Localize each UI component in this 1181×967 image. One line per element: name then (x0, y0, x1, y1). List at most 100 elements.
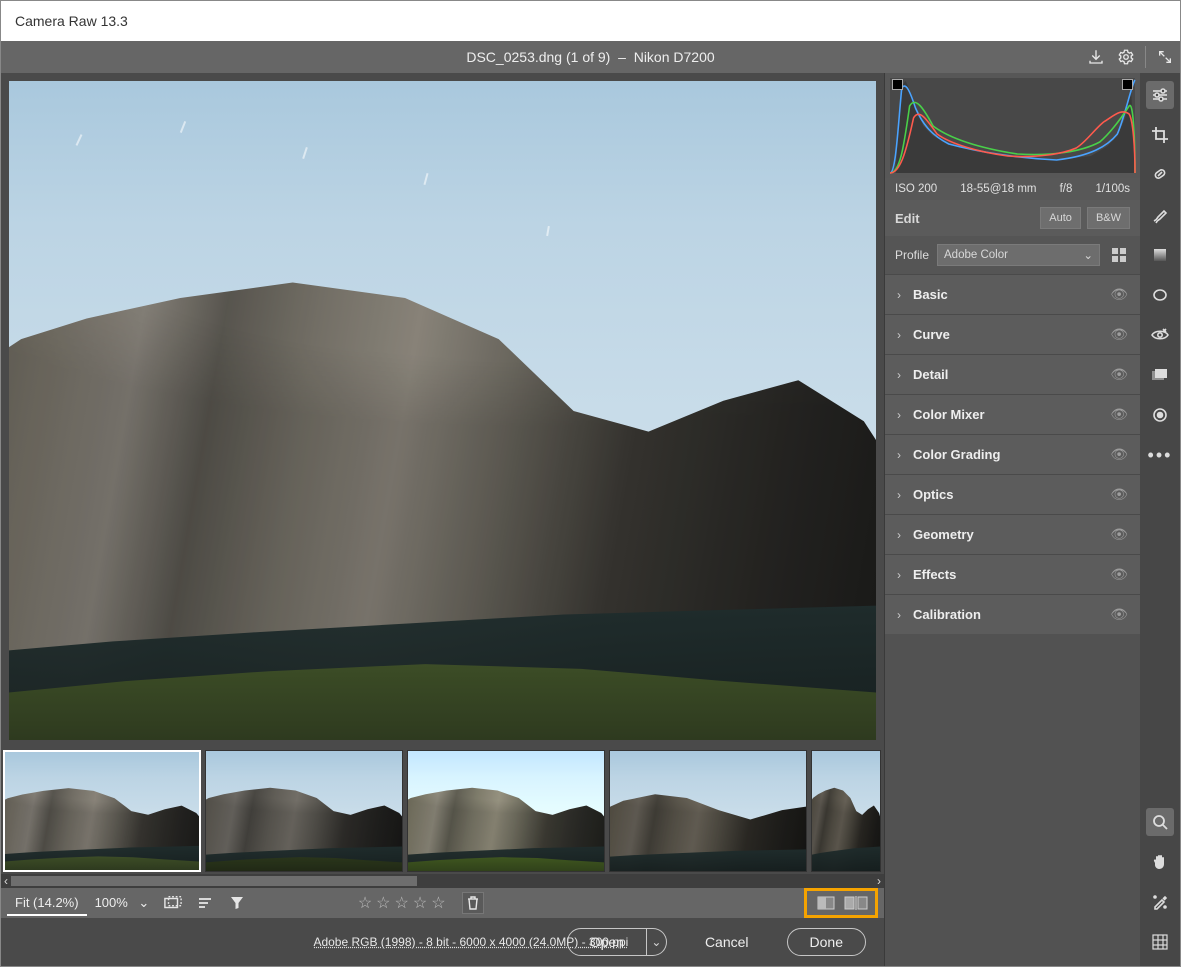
image-preview-area[interactable] (1, 73, 884, 748)
eye-icon[interactable]: 👁 (1110, 606, 1128, 623)
window-titlebar: Camera Raw 13.3 (1, 1, 1180, 41)
snapshots-icon[interactable] (1146, 361, 1174, 389)
app-title: Camera Raw 13.3 (15, 13, 128, 29)
highlight-clip-icon[interactable] (1122, 79, 1133, 90)
scrollbar-thumb[interactable] (11, 876, 417, 886)
star-icon[interactable]: ☆ (413, 893, 427, 913)
file-info-bar: DSC_0253.dng (1 of 9) – Nikon D7200 (1, 41, 1180, 73)
bw-button[interactable]: B&W (1087, 207, 1130, 229)
profile-row: Profile Adobe Color ⌄ (885, 236, 1140, 274)
red-eye-tool-icon[interactable] (1146, 321, 1174, 349)
star-icon[interactable]: ☆ (358, 893, 372, 913)
brush-tool-icon[interactable] (1146, 201, 1174, 229)
star-icon[interactable]: ☆ (395, 893, 409, 913)
before-after-single-icon[interactable] (815, 892, 837, 914)
star-icon[interactable]: ☆ (376, 893, 390, 913)
before-after-split-icon[interactable] (845, 892, 867, 914)
chevron-right-icon: › (897, 608, 901, 622)
main-area: ‹ › Fit (14.2%) 100% ⌄ (1, 73, 1180, 966)
zoom-controls: Fit (14.2%) 100% ⌄ (7, 891, 152, 916)
before-after-group-highlight (804, 888, 878, 918)
save-image-icon[interactable] (1081, 41, 1111, 73)
edit-tool-icon[interactable] (1146, 81, 1174, 109)
auto-button[interactable]: Auto (1040, 207, 1081, 229)
settings-gear-icon[interactable] (1111, 41, 1141, 73)
zoom-fit-tab[interactable]: Fit (14.2%) (7, 891, 87, 916)
star-icon[interactable]: ☆ (431, 893, 445, 913)
exif-aperture: f/8 (1060, 183, 1073, 195)
fullscreen-icon[interactable] (1150, 41, 1180, 73)
camera-raw-window: Camera Raw 13.3 DSC_0253.dng (1 of 9) – … (0, 0, 1181, 967)
thumbnail[interactable] (407, 750, 605, 872)
eye-icon[interactable]: 👁 (1110, 446, 1128, 463)
exif-bar: ISO 200 18-55@18 mm f/8 1/100s (885, 178, 1140, 200)
healing-tool-icon[interactable] (1146, 161, 1174, 189)
more-options-icon[interactable]: ••• (1146, 441, 1174, 469)
eye-icon[interactable]: 👁 (1110, 526, 1128, 543)
thumbnail[interactable] (205, 750, 403, 872)
eye-icon[interactable]: 👁 (1110, 366, 1128, 383)
chevron-right-icon: › (897, 528, 901, 542)
panel-color-grading[interactable]: ›Color Grading👁 (885, 434, 1140, 474)
profile-label: Profile (895, 248, 929, 262)
panel-basic[interactable]: ›Basic👁 (885, 274, 1140, 314)
zoom-100-tab[interactable]: 100% (87, 891, 136, 916)
profile-browser-icon[interactable] (1108, 244, 1130, 266)
panel-curve[interactable]: ›Curve👁 (885, 314, 1140, 354)
thumbnail[interactable] (3, 750, 201, 872)
scroll-left-arrow[interactable]: ‹ (1, 874, 11, 888)
chevron-right-icon: › (897, 448, 901, 462)
zoom-tool-icon[interactable] (1146, 808, 1174, 836)
presets-icon[interactable] (1146, 401, 1174, 429)
chevron-right-icon: › (897, 368, 901, 382)
histogram[interactable] (885, 73, 1140, 178)
edit-title: Edit (895, 211, 920, 226)
chevron-right-icon: › (897, 328, 901, 342)
grid-overlay-icon[interactable] (1146, 928, 1174, 956)
filmstrip: ‹ › (1, 748, 884, 888)
eye-icon[interactable]: 👁 (1110, 486, 1128, 503)
eye-icon[interactable]: 👁 (1110, 326, 1128, 343)
panel-geometry[interactable]: ›Geometry👁 (885, 514, 1140, 554)
workflow-options-link[interactable]: Adobe RGB (1998) - 8 bit - 6000 x 4000 (… (313, 935, 628, 949)
crop-tool-icon[interactable] (1146, 121, 1174, 149)
toolbar-divider (1145, 46, 1146, 68)
thumbnail[interactable] (609, 750, 807, 872)
cancel-button[interactable]: Cancel (683, 928, 771, 956)
panel-detail[interactable]: ›Detail👁 (885, 354, 1140, 394)
filmstrip-scrollbar[interactable]: ‹ › (1, 874, 884, 888)
panel-calibration[interactable]: ›Calibration👁 (885, 594, 1140, 634)
panel-color-mixer[interactable]: ›Color Mixer👁 (885, 394, 1140, 434)
thumbnail-row[interactable] (1, 748, 884, 874)
chevron-right-icon: › (897, 288, 901, 302)
eye-icon[interactable]: 👁 (1110, 566, 1128, 583)
eye-icon[interactable]: 👁 (1110, 286, 1128, 303)
inspector-panel: ISO 200 18-55@18 mm f/8 1/100s Edit Auto… (884, 73, 1140, 966)
rating-stars[interactable]: ☆ ☆ ☆ ☆ ☆ (358, 893, 446, 913)
select-all-icon[interactable] (162, 892, 184, 914)
edit-header: Edit Auto B&W (885, 200, 1140, 236)
done-button[interactable]: Done (787, 928, 866, 956)
color-sampler-icon[interactable] (1146, 888, 1174, 916)
center-column: ‹ › Fit (14.2%) 100% ⌄ (1, 73, 884, 966)
shadow-clip-icon[interactable] (892, 79, 903, 90)
thumbnail[interactable] (811, 750, 881, 872)
zoom-dropdown-icon[interactable]: ⌄ (136, 895, 152, 911)
open-dropdown-icon[interactable]: ⌄ (647, 928, 667, 956)
file-info-separator: – (610, 49, 633, 65)
radial-filter-icon[interactable] (1146, 281, 1174, 309)
bottom-status-bar: Adobe RGB (1998) - 8 bit - 6000 x 4000 (… (1, 918, 884, 966)
graduated-filter-icon[interactable] (1146, 241, 1174, 269)
hand-tool-icon[interactable] (1146, 848, 1174, 876)
panel-optics[interactable]: ›Optics👁 (885, 474, 1140, 514)
sort-icon[interactable] (194, 892, 216, 914)
profile-select[interactable]: Adobe Color ⌄ (937, 244, 1100, 266)
image-preview[interactable] (9, 81, 876, 740)
chevron-right-icon: › (897, 488, 901, 502)
chevron-right-icon: › (897, 408, 901, 422)
panel-effects[interactable]: ›Effects👁 (885, 554, 1140, 594)
eye-icon[interactable]: 👁 (1110, 406, 1128, 423)
scroll-right-arrow[interactable]: › (874, 874, 884, 888)
filter-icon[interactable] (226, 892, 248, 914)
trash-icon[interactable] (462, 892, 484, 914)
